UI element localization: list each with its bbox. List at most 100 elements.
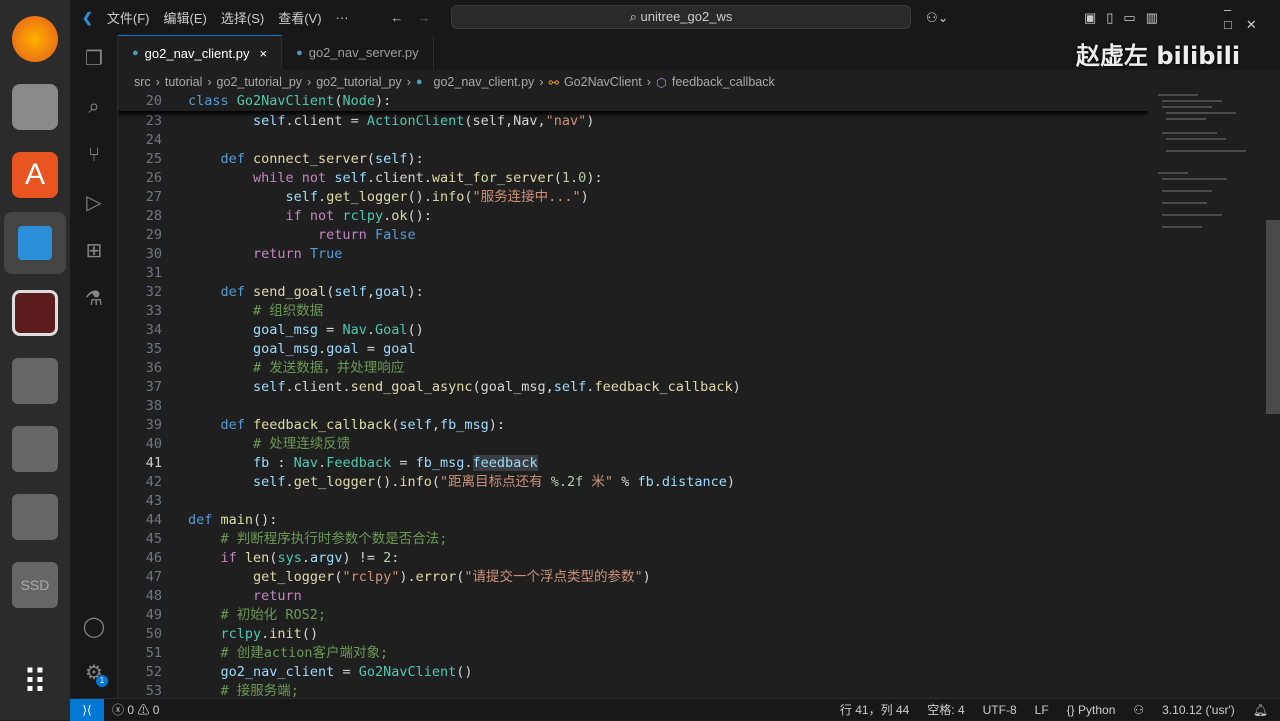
line-number: 20 xyxy=(145,93,162,109)
line-number: 42 xyxy=(145,474,162,490)
crumb[interactable]: go2_nav_client.py xyxy=(434,75,535,89)
testing-icon[interactable]: ⚗ xyxy=(82,287,106,311)
copilot-status-icon[interactable]: ⚇ xyxy=(1133,703,1144,717)
breadcrumb: src › tutorial › go2_tutorial_py › go2_tuto… xyxy=(134,75,775,90)
watermark: 赵虚左 bilibili xyxy=(1076,42,1241,70)
ssd-icon[interactable]: SSD xyxy=(12,562,58,608)
code-token: . xyxy=(366,322,375,338)
forward-arrow-icon[interactable]: → xyxy=(418,10,431,25)
menu-edit[interactable]: 编辑(E) xyxy=(164,8,207,27)
disk-icon[interactable] xyxy=(12,358,58,404)
problems-indicator[interactable]: ⓧ 0 ⚠ 0 xyxy=(112,701,159,718)
code-token: send_goal xyxy=(253,284,327,300)
code-token: False xyxy=(374,227,416,243)
copilot-icon[interactable]: ⚇⌄ xyxy=(926,10,949,26)
line-number: 44 xyxy=(145,512,162,528)
search-icon[interactable]: ⌕ xyxy=(82,95,106,119)
extensions-icon[interactable]: ⊞ xyxy=(82,239,106,263)
remote-indicator-icon[interactable]: ⟩⟨ xyxy=(70,698,104,721)
tab-go2-nav-server[interactable]: ● go2_nav_server.py xyxy=(282,35,434,70)
code-token: self xyxy=(188,113,286,129)
layout-icons[interactable]: ▣▯▭▥ xyxy=(1084,10,1168,26)
explorer-icon[interactable]: ❐ xyxy=(82,47,106,71)
menu-selection[interactable]: 选择(S) xyxy=(221,8,264,27)
code-line: 47 get_logger("rclpy").error("请提交一个浮点类型的… xyxy=(118,568,1148,587)
code-token: () xyxy=(456,664,473,680)
line-ending[interactable]: LF xyxy=(1035,703,1049,717)
class-icon: ⚯ xyxy=(548,75,559,90)
code-token: goal xyxy=(374,284,408,300)
vertical-scrollbar[interactable] xyxy=(1266,220,1280,414)
line-number: 45 xyxy=(145,531,162,547)
code-token: go2_nav_client xyxy=(188,664,335,680)
crumb[interactable]: go2_tutorial_py xyxy=(217,75,302,89)
window-controls[interactable]: –□✕ xyxy=(1224,2,1280,33)
crumb[interactable]: go2_tutorial_py xyxy=(316,75,401,89)
account-icon[interactable]: ◯ xyxy=(82,615,106,639)
tab-go2-nav-client[interactable]: ● go2_nav_client.py × xyxy=(118,35,283,70)
code-editor[interactable]: 20 class Go2NavClient(Node): 23 self.clien… xyxy=(118,92,1148,698)
menu-file[interactable]: 文件(F) xyxy=(107,8,150,27)
code-token: get_logger xyxy=(293,474,375,490)
terminal-icon[interactable] xyxy=(12,290,58,336)
code-line: 43 xyxy=(118,492,1148,511)
crumb[interactable]: feedback_callback xyxy=(672,75,775,89)
code-token: self xyxy=(334,170,367,186)
line-number: 46 xyxy=(145,550,162,566)
minimap[interactable] xyxy=(1150,92,1265,698)
code-token: : xyxy=(391,550,400,566)
code-token: 米" xyxy=(583,474,614,490)
cursor-position[interactable]: 行 41，列 44 xyxy=(840,701,909,718)
code-token: ok xyxy=(391,208,408,224)
source-control-icon[interactable]: ⑂ xyxy=(82,143,106,167)
menu-view[interactable]: 查看(V) xyxy=(278,8,321,27)
code-line: 41 fb : Nav.Feedback = fb_msg.feedback xyxy=(118,454,1148,473)
code-line: 35 goal_msg.goal = goal xyxy=(118,340,1148,359)
crumb[interactable]: tutorial xyxy=(165,75,203,89)
line-number: 48 xyxy=(145,588,162,604)
close-tab-icon[interactable]: × xyxy=(259,46,267,61)
line-number: 24 xyxy=(145,132,162,148)
code-token: Goal xyxy=(374,322,408,338)
line-number: 26 xyxy=(145,170,162,186)
code-token: # 初始化 ROS2; xyxy=(188,607,327,623)
code-token: (). xyxy=(374,474,400,490)
python-interpreter[interactable]: 3.10.12 ('usr') xyxy=(1162,703,1235,717)
code-token: # 处理连续反馈 xyxy=(188,436,351,452)
indentation[interactable]: 空格: 4 xyxy=(927,701,964,718)
line-number: 50 xyxy=(145,626,162,642)
back-arrow-icon[interactable]: ← xyxy=(391,10,404,25)
line-number: 28 xyxy=(145,208,162,224)
line-number: 52 xyxy=(145,664,162,680)
crumb[interactable]: src xyxy=(134,75,151,89)
line-number: 31 xyxy=(145,265,162,281)
code-token: self xyxy=(188,474,286,490)
run-debug-icon[interactable]: ▷ xyxy=(82,191,106,215)
status-bar: ⟩⟨ ⓧ 0 ⚠ 0 行 41，列 44 空格: 4 UTF-8 LF {} P… xyxy=(70,698,1280,721)
vscode-dock-icon[interactable] xyxy=(4,212,66,274)
notifications-icon[interactable]: 🔔︎ xyxy=(1253,703,1268,717)
files-icon[interactable] xyxy=(12,84,58,130)
settings-gear-icon[interactable]: ⚙ 1 xyxy=(82,661,108,687)
code-token: . xyxy=(318,341,327,357)
disk-icon[interactable] xyxy=(12,494,58,540)
code-token: ) xyxy=(642,569,651,585)
command-center-search[interactable]: ⌕ unitree_go2_ws xyxy=(451,5,911,29)
code-token: "rclpy" xyxy=(342,569,400,585)
code-token: ( xyxy=(553,170,562,186)
encoding[interactable]: UTF-8 xyxy=(983,703,1017,717)
firefox-icon[interactable] xyxy=(12,16,58,62)
code-token: = xyxy=(318,322,343,338)
code-token: fb xyxy=(637,474,654,490)
code-token: ) xyxy=(586,113,595,129)
code-line: 49 # 初始化 ROS2; xyxy=(118,606,1148,625)
code-line: 38 xyxy=(118,397,1148,416)
code-token: fb_msg xyxy=(440,417,489,433)
error-count: 0 xyxy=(127,703,135,717)
crumb[interactable]: Go2NavClient xyxy=(564,75,642,89)
disk-icon[interactable] xyxy=(12,426,58,472)
language-mode[interactable]: {} Python xyxy=(1067,703,1116,717)
apps-grid-icon[interactable]: ⠿ xyxy=(12,660,58,706)
software-icon[interactable]: A xyxy=(12,152,58,198)
menu-more[interactable]: ··· xyxy=(336,10,349,25)
